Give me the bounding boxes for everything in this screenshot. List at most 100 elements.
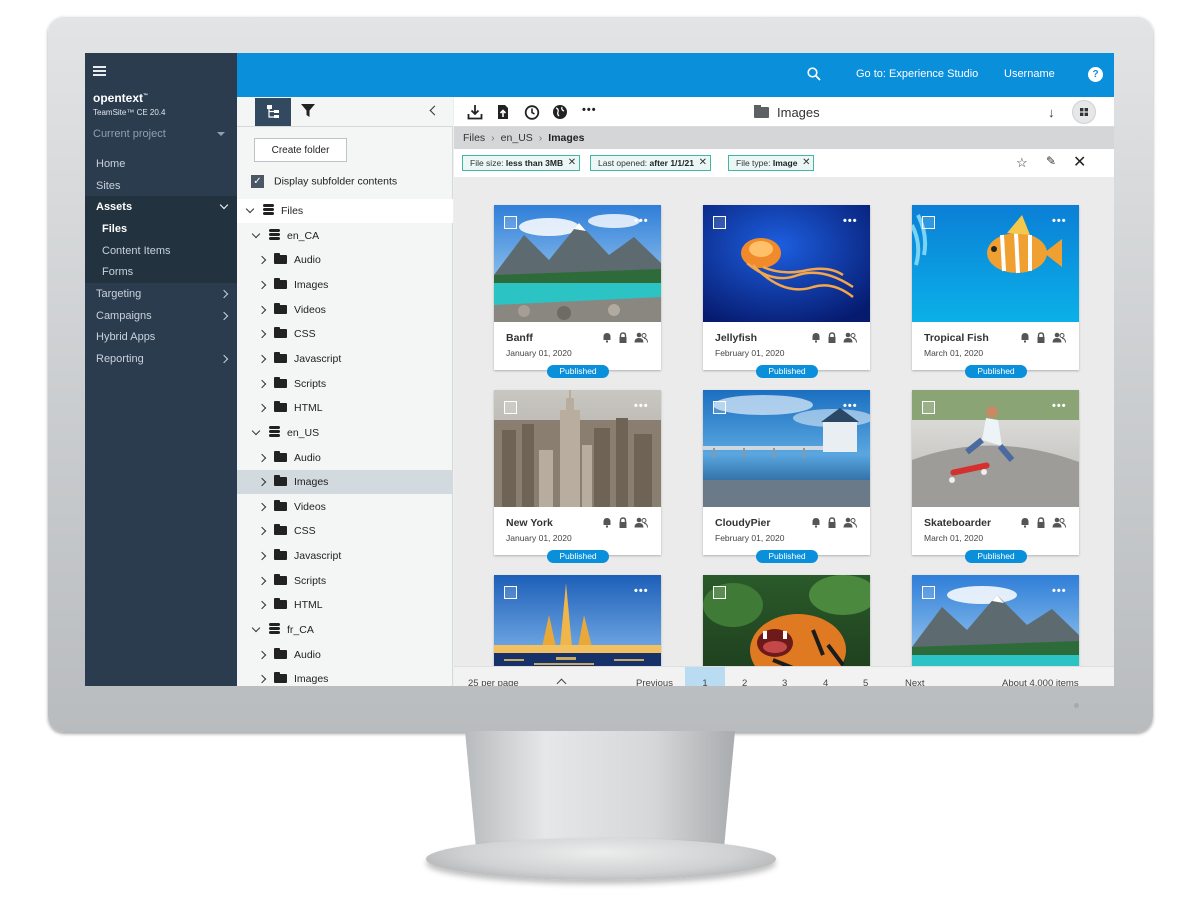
tree-item[interactable]: en_US	[237, 421, 453, 445]
tree-item[interactable]: Images	[237, 667, 453, 686]
chevron-right-icon[interactable]	[257, 330, 267, 339]
select-checkbox[interactable]	[504, 401, 517, 414]
lock-icon[interactable]	[1036, 332, 1046, 343]
users-icon[interactable]	[634, 332, 648, 343]
breadcrumb-en-us[interactable]: en_US	[501, 132, 533, 144]
chevron-down-icon[interactable]	[245, 204, 255, 214]
chevron-right-icon[interactable]	[257, 379, 267, 388]
asset-card[interactable]: ••• CloudyPier February 01, 2020 Published	[703, 390, 870, 563]
more-options-icon[interactable]: •••	[582, 104, 597, 116]
nav-campaigns[interactable]: Campaigns	[85, 305, 237, 327]
select-checkbox[interactable]	[922, 216, 935, 229]
chevron-down-icon[interactable]	[251, 623, 261, 633]
lock-icon[interactable]	[1036, 517, 1046, 528]
chevron-right-icon[interactable]	[257, 305, 267, 314]
nav-hybrid-apps[interactable]: Hybrid Apps	[85, 326, 237, 348]
tree-view-tab[interactable]	[255, 98, 291, 126]
page-2-link[interactable]: 2	[742, 667, 747, 686]
page-3-link[interactable]: 3	[782, 667, 787, 686]
lock-icon[interactable]	[827, 517, 837, 528]
filter-chip-file-type[interactable]: File type: Image ✕	[728, 155, 815, 171]
lock-icon[interactable]	[618, 332, 628, 343]
tree-item[interactable]: Images	[237, 470, 453, 495]
page-4-link[interactable]: 4	[823, 667, 828, 686]
chevron-right-icon[interactable]	[257, 354, 267, 364]
more-options-icon[interactable]: •••	[1052, 215, 1067, 227]
per-page-select[interactable]: 25 per page	[468, 667, 519, 686]
goto-experience-studio-link[interactable]: Go to: Experience Studio	[856, 68, 978, 80]
grid-view-button[interactable]	[1072, 100, 1096, 124]
asset-card[interactable]: ••• New York January 01, 2020 Published	[494, 390, 661, 563]
tree-item[interactable]: CSS	[237, 322, 453, 346]
history-icon[interactable]	[524, 104, 540, 120]
remove-filter-icon[interactable]: ✕	[802, 156, 810, 170]
previous-page-link[interactable]: Previous	[636, 667, 673, 686]
more-options-icon[interactable]: •••	[634, 400, 649, 412]
nav-home[interactable]: Home	[85, 153, 237, 175]
bell-icon[interactable]	[811, 332, 821, 343]
chevron-up-icon[interactable]	[556, 678, 567, 686]
tree-item[interactable]: Audio	[237, 643, 453, 667]
chevron-right-icon[interactable]	[257, 576, 267, 585]
bell-icon[interactable]	[602, 332, 612, 343]
chevron-right-icon[interactable]	[257, 256, 267, 265]
clear-filters-close-icon[interactable]: ✕	[1073, 152, 1086, 172]
more-options-icon[interactable]: •••	[634, 585, 649, 597]
save-filter-star-icon[interactable]: ☆	[1016, 155, 1028, 171]
asset-card[interactable]: ••• Skateboarder March 01, 2020 Published	[912, 390, 1079, 563]
help-icon[interactable]: ?	[1088, 67, 1103, 82]
lock-icon[interactable]	[827, 332, 837, 343]
filter-chip-last-opened[interactable]: Last opened: after 1/1/21 ✕	[590, 155, 711, 171]
lock-icon[interactable]	[618, 517, 628, 528]
page-1-link[interactable]: 1	[685, 667, 725, 686]
select-checkbox[interactable]	[504, 216, 517, 229]
create-folder-button[interactable]: Create folder	[254, 138, 347, 162]
chevron-down-icon[interactable]	[251, 229, 261, 238]
asset-card[interactable]: •••	[912, 575, 1079, 666]
chevron-right-icon[interactable]	[257, 601, 267, 610]
chevron-right-icon[interactable]	[257, 453, 267, 462]
asset-card[interactable]: •••	[494, 575, 661, 666]
bell-icon[interactable]	[602, 517, 612, 528]
asset-card[interactable]: ••• Banff January 01, 2020 Published	[494, 205, 661, 378]
project-select[interactable]: Current project	[93, 128, 229, 140]
select-checkbox[interactable]	[713, 216, 726, 229]
users-icon[interactable]	[634, 517, 648, 528]
username-menu[interactable]: Username	[1004, 68, 1055, 80]
more-options-icon[interactable]: •••	[843, 215, 858, 227]
tree-item[interactable]: Scripts	[237, 569, 453, 593]
tree-item[interactable]: Javascript	[237, 544, 453, 568]
select-checkbox[interactable]	[713, 586, 726, 599]
tree-item[interactable]: Files	[237, 199, 453, 223]
nav-forms[interactable]: Forms	[85, 261, 237, 283]
chevron-down-icon[interactable]	[251, 426, 261, 436]
users-icon[interactable]	[843, 332, 857, 343]
sort-arrow-icon[interactable]: ↓	[1048, 105, 1055, 120]
chevron-right-icon[interactable]	[257, 675, 267, 684]
chevron-right-icon[interactable]	[257, 477, 267, 487]
tree-item[interactable]: HTML	[237, 593, 453, 617]
edit-filter-pencil-icon[interactable]: ✎	[1046, 154, 1056, 168]
page-5-link[interactable]: 5	[863, 667, 868, 686]
more-options-icon[interactable]: •••	[1052, 400, 1067, 412]
nav-assets[interactable]: Assets	[85, 196, 237, 218]
asset-card[interactable]: ••• Jellyfish February 01, 2020 Published	[703, 205, 870, 378]
nav-files[interactable]: Files	[85, 218, 237, 240]
search-icon[interactable]	[807, 67, 821, 81]
next-page-link[interactable]: Next	[905, 667, 925, 686]
chevron-right-icon[interactable]	[257, 551, 267, 561]
select-checkbox[interactable]	[504, 586, 517, 599]
filter-chip-file-size[interactable]: File size: less than 3MB ✕	[462, 155, 581, 171]
select-checkbox[interactable]	[922, 401, 935, 414]
nav-targeting[interactable]: Targeting	[85, 283, 237, 305]
users-icon[interactable]	[1052, 332, 1066, 343]
users-icon[interactable]	[1052, 517, 1066, 528]
chevron-right-icon[interactable]	[257, 280, 267, 290]
tree-item[interactable]: fr_CA	[237, 618, 453, 642]
breadcrumb-files[interactable]: Files	[463, 132, 485, 144]
chevron-right-icon[interactable]	[257, 502, 267, 512]
asset-card[interactable]	[703, 575, 870, 666]
tree-item[interactable]: Audio	[237, 446, 453, 470]
nav-sites[interactable]: Sites	[85, 175, 237, 197]
remove-filter-icon[interactable]: ✕	[568, 156, 576, 170]
